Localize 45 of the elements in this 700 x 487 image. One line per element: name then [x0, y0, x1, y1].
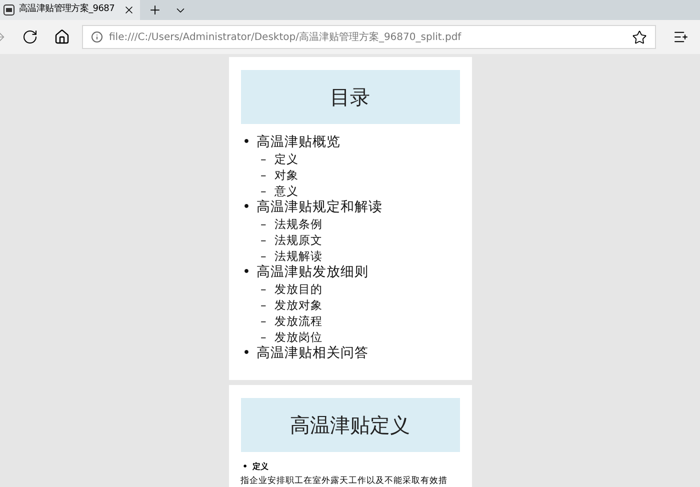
- browser-tab[interactable]: 高温津贴管理方案_9687: [0, 0, 140, 20]
- dash-marker: –: [260, 329, 268, 345]
- bullet-marker: •: [242, 199, 252, 216]
- refresh-icon[interactable]: [22, 29, 38, 45]
- toc-item: 高温津贴发放细则: [256, 264, 368, 281]
- page-heading: 目录: [240, 70, 460, 124]
- body-text: 指企业安排职工在室外露天工作以及不能采取有效措: [240, 475, 448, 487]
- bullet-marker: •: [242, 345, 252, 362]
- info-icon: [91, 31, 103, 43]
- close-icon[interactable]: [123, 4, 135, 16]
- toc-item: 发放流程: [274, 313, 322, 329]
- dash-marker: –: [260, 167, 268, 183]
- home-icon[interactable]: [54, 29, 70, 45]
- dash-marker: –: [260, 297, 268, 313]
- bullet-marker: •: [242, 461, 249, 473]
- toc-item: 意义: [274, 183, 298, 199]
- bullet-label: 定义: [252, 461, 268, 473]
- toc-item: 发放目的: [274, 281, 322, 297]
- tab-title: 高温津贴管理方案_9687: [19, 3, 116, 16]
- toc-item: 法规解读: [274, 248, 322, 264]
- dash-marker: –: [260, 151, 268, 167]
- address-text: file:///C:/Users/Administrator/Desktop/高温津贴管理方案_96870_split.pdf: [109, 30, 462, 44]
- toc-item: 高温津贴规定和解读: [256, 199, 382, 216]
- star-icon[interactable]: [632, 30, 647, 44]
- toc-item: 法规原文: [274, 232, 322, 248]
- dash-marker: –: [260, 313, 268, 329]
- dash-marker: –: [260, 248, 268, 264]
- bullet-marker: •: [242, 134, 252, 151]
- page-heading: 高温津贴定义: [240, 398, 460, 452]
- dash-marker: –: [260, 232, 268, 248]
- toc-item: 对象: [274, 167, 298, 183]
- toc-item: 法规条例: [274, 216, 322, 232]
- toc-item: 发放岗位: [274, 329, 322, 345]
- dash-marker: –: [260, 281, 268, 297]
- toc-item: 高温津贴概览: [256, 134, 340, 151]
- favorites-icon[interactable]: [673, 29, 689, 45]
- dash-marker: –: [260, 216, 268, 232]
- bullet-marker: •: [242, 264, 252, 281]
- toc-item: 定义: [274, 151, 298, 167]
- toc-item: 发放对象: [274, 297, 322, 313]
- dash-marker: –: [260, 183, 268, 199]
- plus-icon[interactable]: [148, 3, 162, 17]
- address-field[interactable]: file:///C:/Users/Administrator/Desktop/高温津贴管理方案_96870_split.pdf: [82, 25, 656, 49]
- toc-item: 高温津贴相关问答: [256, 345, 368, 362]
- pdf-file-icon: [3, 4, 15, 16]
